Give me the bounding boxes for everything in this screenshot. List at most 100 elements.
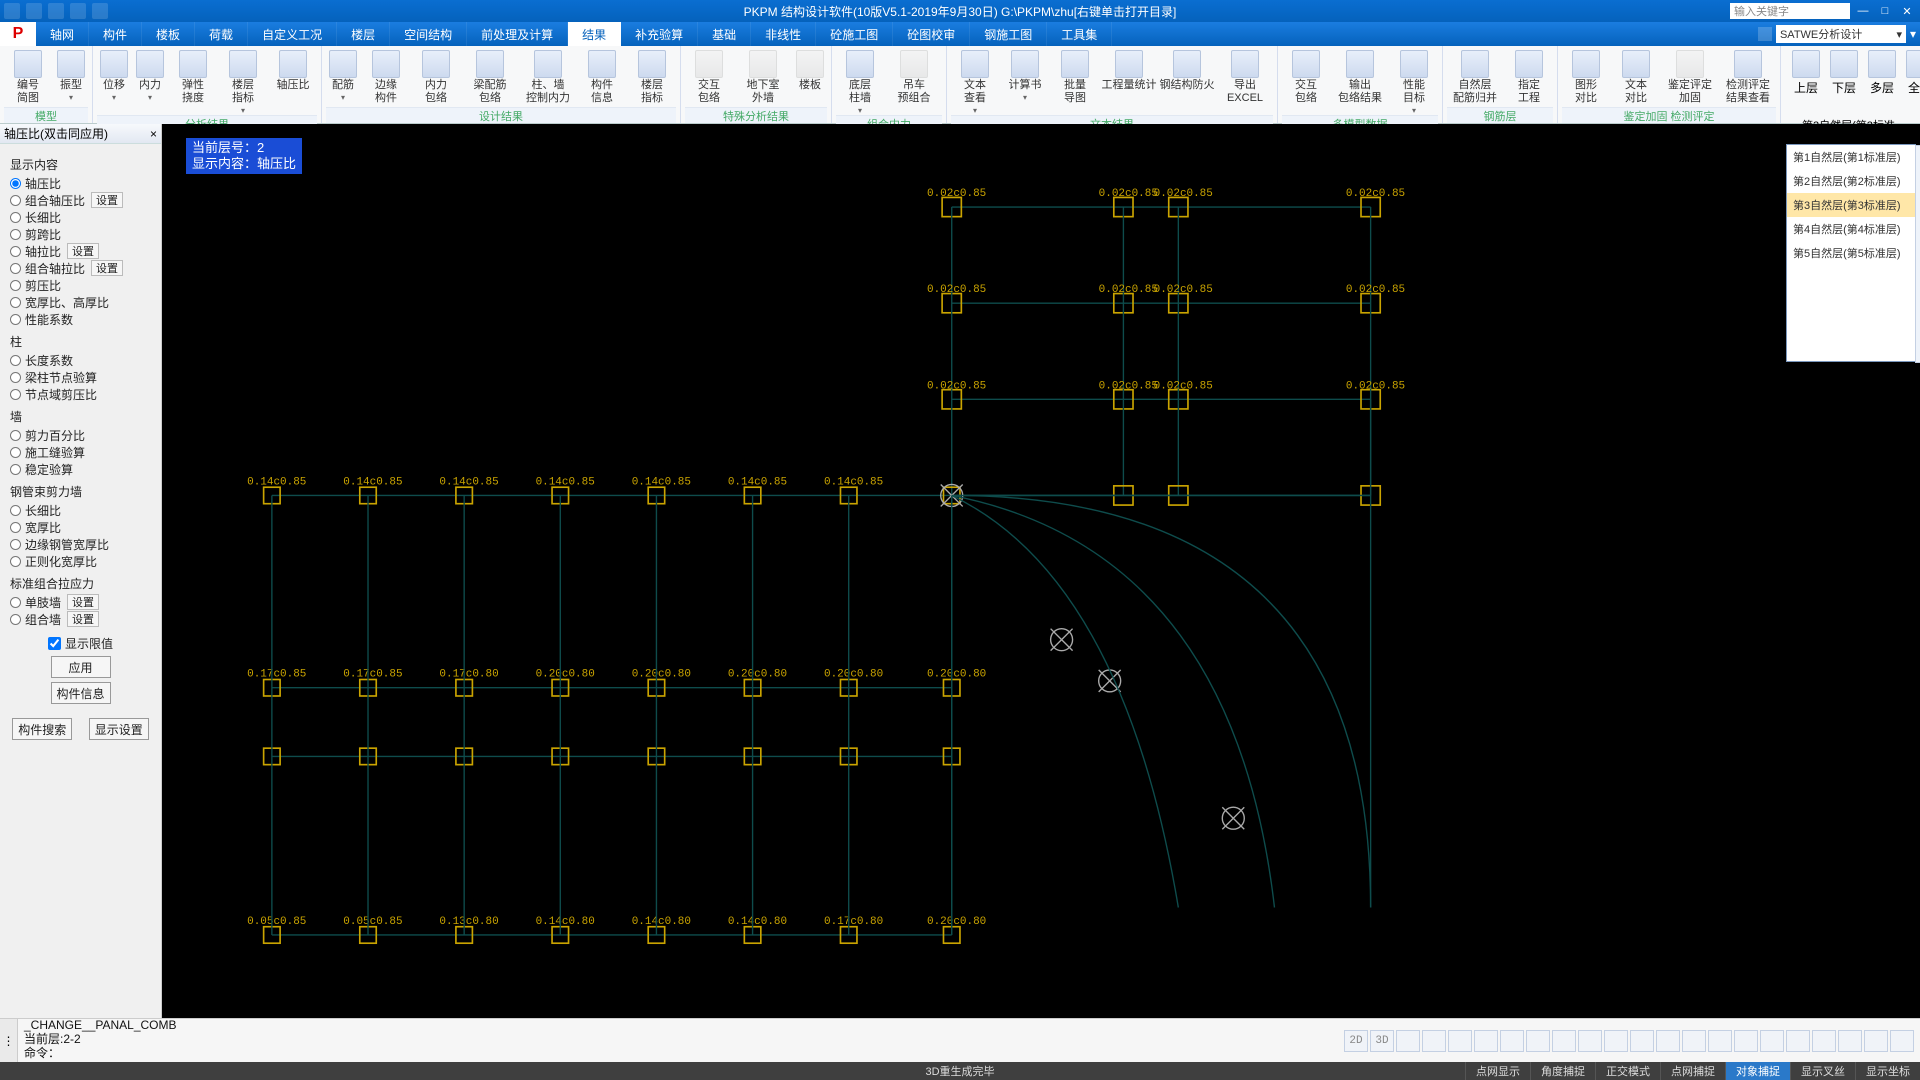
tool-icon[interactable]: [1656, 1030, 1680, 1052]
view-mode-3D[interactable]: 3D: [1370, 1030, 1394, 1052]
tool-icon[interactable]: [1604, 1030, 1628, 1052]
view-mode-2D[interactable]: 2D: [1344, 1030, 1368, 1052]
menu-自定义工况[interactable]: 自定义工况: [248, 22, 337, 46]
ribbon-导出EXCEL[interactable]: 导出EXCEL: [1217, 48, 1273, 105]
setting-button[interactable]: 设置: [91, 260, 123, 276]
tool-icon[interactable]: [1422, 1030, 1446, 1052]
ribbon-楼层指标[interactable]: 楼层 指标: [628, 48, 676, 105]
tool-icon[interactable]: [1812, 1030, 1836, 1052]
option-剪跨比[interactable]: [10, 229, 21, 240]
tool-icon[interactable]: [1630, 1030, 1654, 1052]
ribbon-计算书[interactable]: 计算书▾: [1001, 48, 1049, 102]
tool-icon[interactable]: [1890, 1030, 1914, 1052]
option-轴压比[interactable]: [10, 178, 21, 189]
setting-button[interactable]: 设置: [91, 192, 123, 208]
status-点网显示[interactable]: 点网显示: [1465, 1062, 1530, 1080]
help-icon[interactable]: [1758, 27, 1772, 41]
menu-砼施工图[interactable]: 砼施工图: [816, 22, 893, 46]
layer-option[interactable]: 第3自然层(第3标准层): [1787, 193, 1915, 217]
ribbon-位移[interactable]: 位移▾: [97, 48, 131, 102]
menu-工具集[interactable]: 工具集: [1047, 22, 1112, 46]
menu-构件[interactable]: 构件: [89, 22, 142, 46]
ribbon-轴压比[interactable]: 轴压比: [269, 48, 317, 92]
status-对象捕捉[interactable]: 对象捕捉: [1725, 1062, 1790, 1080]
tool-icon[interactable]: [1500, 1030, 1524, 1052]
setting-button[interactable]: 设置: [67, 594, 99, 610]
option-正则化宽厚比[interactable]: [10, 556, 21, 567]
menu-结果[interactable]: 结果: [568, 22, 621, 46]
option-长细比[interactable]: [10, 505, 21, 516]
ribbon-检测评定结果查看[interactable]: 检测评定 结果查看: [1720, 48, 1776, 105]
menu-补充验算[interactable]: 补充验算: [621, 22, 698, 46]
menu-砼图校审[interactable]: 砼图校审: [893, 22, 970, 46]
option-剪压比[interactable]: [10, 280, 21, 291]
ribbon-配筋[interactable]: 配筋▾: [326, 48, 360, 102]
ribbon-弹性挠度[interactable]: 弹性 挠度: [169, 48, 217, 105]
option-边缘钢管宽厚比[interactable]: [10, 539, 21, 550]
layer-option[interactable]: 第4自然层(第4标准层): [1787, 217, 1915, 241]
ribbon-批量导图[interactable]: 批量 导图: [1051, 48, 1099, 105]
status-显示坐标[interactable]: 显示坐标: [1855, 1062, 1920, 1080]
search-input[interactable]: 输入关键字: [1730, 3, 1850, 19]
nav-下层[interactable]: 下层: [1827, 50, 1861, 96]
option-轴拉比[interactable]: [10, 246, 21, 257]
ribbon-指定工程[interactable]: 指定 工程: [1505, 48, 1553, 105]
quick-icon[interactable]: [4, 3, 20, 19]
close-button[interactable]: ✕: [1898, 3, 1916, 19]
quick-icon[interactable]: [48, 3, 64, 19]
status-正交模式[interactable]: 正交模式: [1595, 1062, 1660, 1080]
status-显示叉丝[interactable]: 显示叉丝: [1790, 1062, 1855, 1080]
option-组合墙[interactable]: [10, 614, 21, 625]
ribbon-输出包络结果[interactable]: 输出 包络结果: [1332, 48, 1388, 105]
option-梁柱节点验算[interactable]: [10, 372, 21, 383]
ribbon-构件信息[interactable]: 构件 信息: [578, 48, 626, 105]
maximize-button[interactable]: □: [1876, 3, 1894, 19]
command-area[interactable]: _CHANGE__PANAL_COMB 当前层:2-2 命令：: [18, 1019, 1338, 1062]
menu-楼层[interactable]: 楼层: [337, 22, 390, 46]
tool-icon[interactable]: [1396, 1030, 1420, 1052]
menu-expand-icon[interactable]: ▾: [1910, 27, 1916, 41]
ribbon-振型[interactable]: 振型▾: [54, 48, 88, 102]
info-button[interactable]: 构件信息: [51, 682, 111, 704]
app-logo[interactable]: P: [0, 22, 36, 46]
tool-icon[interactable]: [1864, 1030, 1888, 1052]
show-limit-checkbox[interactable]: [48, 637, 61, 650]
tool-icon[interactable]: [1448, 1030, 1472, 1052]
menu-钢施工图[interactable]: 钢施工图: [970, 22, 1047, 46]
ribbon-工程量统计[interactable]: 工程量统计: [1101, 48, 1157, 92]
ribbon-图形对比[interactable]: 图形 对比: [1562, 48, 1610, 105]
ribbon-编号简图[interactable]: 编号 简图: [4, 48, 52, 105]
option-剪力百分比[interactable]: [10, 430, 21, 441]
ribbon-自然层配筋归并[interactable]: 自然层 配筋归并: [1447, 48, 1503, 105]
minimize-button[interactable]: —: [1854, 3, 1872, 19]
option-长度系数[interactable]: [10, 355, 21, 366]
nav-全楼[interactable]: 全楼: [1903, 50, 1920, 96]
tool-icon[interactable]: [1682, 1030, 1706, 1052]
status-点网捕捉[interactable]: 点网捕捉: [1660, 1062, 1725, 1080]
nav-多层[interactable]: 多层: [1865, 50, 1899, 96]
drawing-canvas[interactable]: 当前层号：2 显示内容：轴压比 0.14c0.850.14c0.850.14c0…: [162, 124, 1920, 1018]
option-长细比[interactable]: [10, 212, 21, 223]
tool-icon[interactable]: [1708, 1030, 1732, 1052]
menu-荷载[interactable]: 荷载: [195, 22, 248, 46]
menu-前处理及计算[interactable]: 前处理及计算: [467, 22, 568, 46]
tool-icon[interactable]: [1734, 1030, 1758, 1052]
tool-icon[interactable]: [1786, 1030, 1810, 1052]
tool-icon[interactable]: [1526, 1030, 1550, 1052]
setting-button[interactable]: 设置: [67, 611, 99, 627]
tool-icon[interactable]: [1552, 1030, 1576, 1052]
option-单肢墙[interactable]: [10, 597, 21, 608]
option-施工缝验算[interactable]: [10, 447, 21, 458]
tool-icon[interactable]: [1760, 1030, 1784, 1052]
ribbon-楼层指标[interactable]: 楼层 指标▾: [219, 48, 267, 115]
option-宽厚比、高厚比[interactable]: [10, 297, 21, 308]
ribbon-内力包络[interactable]: 内力 包络: [412, 48, 460, 105]
menu-楼板[interactable]: 楼板: [142, 22, 195, 46]
setting-button[interactable]: 设置: [67, 243, 99, 259]
ribbon-钢结构防火[interactable]: 钢结构防火: [1159, 48, 1215, 92]
menu-空间结构[interactable]: 空间结构: [390, 22, 467, 46]
scrollbar[interactable]: [1915, 145, 1920, 363]
menu-轴网[interactable]: 轴网: [36, 22, 89, 46]
tool-icon[interactable]: [1578, 1030, 1602, 1052]
quick-icon[interactable]: [92, 3, 108, 19]
